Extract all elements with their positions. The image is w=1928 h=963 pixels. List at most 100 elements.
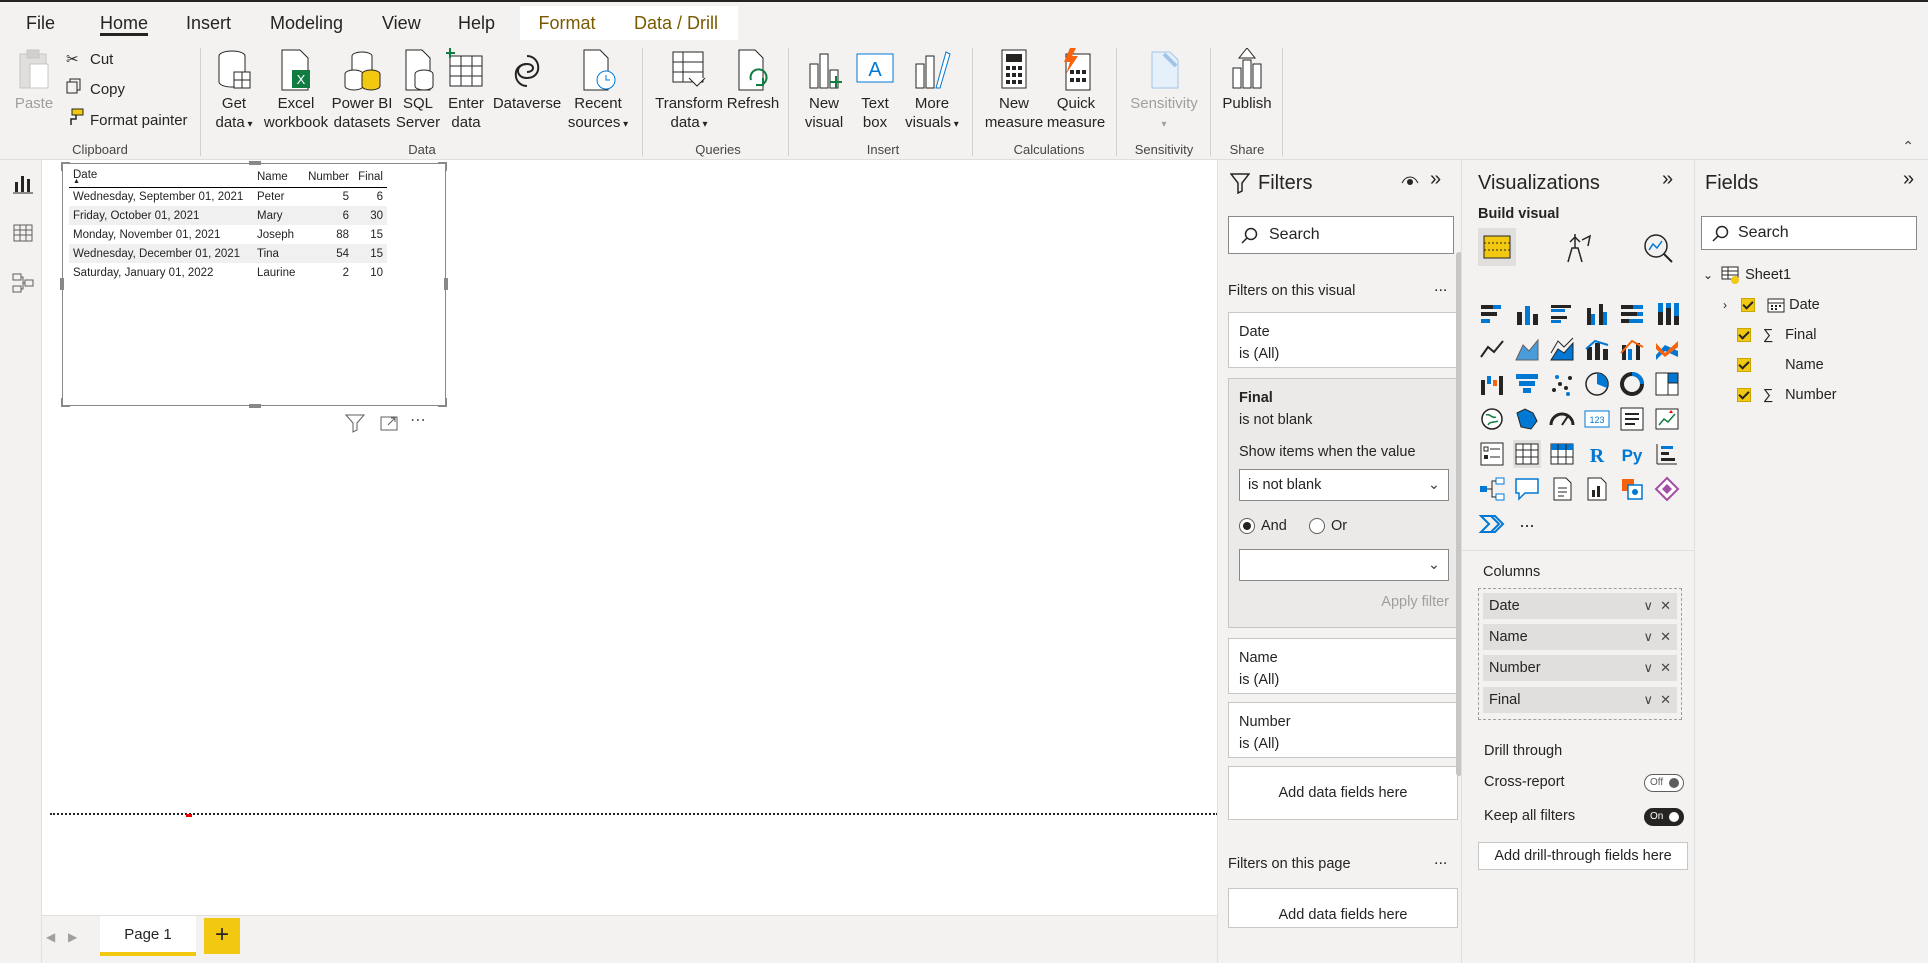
resize-handle[interactable] [437, 162, 447, 172]
column-header-final[interactable]: Final [353, 167, 387, 188]
collapse-ribbon-icon[interactable]: ⌃ [1902, 138, 1914, 155]
filled-map-icon[interactable] [1513, 405, 1541, 433]
slicer-icon[interactable] [1478, 440, 1506, 468]
drill-through-dropzone[interactable]: Add drill-through fields here [1478, 842, 1688, 870]
100-stacked-bar-icon[interactable] [1618, 300, 1646, 328]
scatter-chart-icon[interactable] [1548, 370, 1576, 398]
kpi-icon[interactable] [1653, 405, 1681, 433]
more-options-icon[interactable]: ... [1434, 278, 1447, 296]
condition-dropdown[interactable]: is not blank ⌄ [1239, 469, 1449, 501]
eye-icon[interactable] [1401, 174, 1419, 188]
column-field-pill[interactable]: Name ∨ ✕ [1483, 624, 1677, 650]
new-visual-button[interactable]: New visual [798, 48, 850, 132]
close-icon[interactable]: ✕ [1660, 593, 1671, 619]
close-icon[interactable]: ✕ [1660, 624, 1671, 650]
prev-page-icon[interactable]: ◀ [46, 930, 55, 944]
resize-handle[interactable] [437, 397, 447, 407]
tab-modeling[interactable]: Modeling [258, 6, 355, 40]
close-icon[interactable]: ✕ [1660, 687, 1671, 713]
table-visual[interactable]: Date ▲ Name Number Final Wednesday, Septe… [60, 161, 448, 408]
filter-card-number[interactable]: Number is (All) [1228, 702, 1458, 758]
chevron-right-icon[interactable]: › [1723, 294, 1737, 316]
power-automate-flow-icon[interactable] [1478, 510, 1506, 538]
format-painter-button[interactable]: Format painter [66, 108, 188, 132]
second-condition-dropdown[interactable]: ⌄ [1239, 549, 1449, 581]
field-name[interactable]: Name [1737, 354, 1824, 376]
resize-handle[interactable] [60, 278, 66, 290]
python-visual-icon[interactable]: Py [1618, 440, 1646, 468]
column-field-pill[interactable]: Date ∨ ✕ [1483, 593, 1677, 619]
field-number[interactable]: ∑ Number [1737, 384, 1837, 406]
format-visual-tab-icon[interactable] [1562, 232, 1592, 264]
filters-search-input[interactable]: Search [1228, 216, 1454, 254]
transform-data-button[interactable]: Transform data ▾ [652, 48, 726, 134]
chevron-down-icon[interactable]: ⌄ [1703, 264, 1717, 286]
dataverse-button[interactable]: Dataverse [490, 48, 564, 113]
qa-visual-icon[interactable] [1513, 475, 1541, 503]
r-script-visual-icon[interactable]: R [1583, 440, 1611, 468]
recent-sources-button[interactable]: Recent sources ▾ [566, 48, 630, 134]
stacked-bar-chart-icon[interactable] [1478, 300, 1506, 328]
tab-file[interactable]: File [14, 6, 67, 40]
multi-row-card-icon[interactable] [1618, 405, 1646, 433]
clustered-column-chart-icon[interactable] [1583, 300, 1611, 328]
keep-all-filters-toggle[interactable]: On [1644, 808, 1684, 826]
line-and-stacked-column-icon[interactable] [1583, 335, 1611, 363]
build-visual-tab-icon[interactable] [1478, 228, 1516, 266]
column-header-name[interactable]: Name [253, 167, 301, 188]
smart-narrative-icon[interactable] [1548, 475, 1576, 503]
ribbon-chart-icon[interactable] [1653, 335, 1681, 363]
treemap-icon[interactable] [1653, 370, 1681, 398]
text-box-button[interactable]: A Text box [852, 48, 898, 132]
add-visual-filter-dropzone[interactable]: Add data fields here [1228, 766, 1458, 820]
model-view-icon[interactable] [12, 272, 34, 294]
key-influencers-icon[interactable] [1653, 440, 1681, 468]
pie-chart-icon[interactable] [1583, 370, 1611, 398]
tab-format[interactable]: Format [520, 6, 614, 40]
card-icon[interactable]: 123 [1583, 405, 1611, 433]
line-chart-icon[interactable] [1478, 335, 1506, 363]
power-automate-icon[interactable] [1653, 475, 1681, 503]
paginated-report-icon[interactable] [1583, 475, 1611, 503]
area-chart-icon[interactable] [1513, 335, 1541, 363]
filter-card-date[interactable]: Date is (All) [1228, 312, 1458, 368]
publish-button[interactable]: Publish [1220, 48, 1274, 113]
stacked-area-chart-icon[interactable] [1548, 335, 1576, 363]
checkbox-checked-icon[interactable] [1737, 328, 1751, 343]
map-icon[interactable] [1478, 405, 1506, 433]
sql-server-button[interactable]: SQL Server [394, 48, 442, 132]
tab-help[interactable]: Help [446, 6, 507, 40]
next-page-icon[interactable]: ▶ [68, 930, 77, 944]
field-final[interactable]: ∑ Final [1737, 324, 1817, 346]
more-visuals-icon[interactable]: ... [1513, 510, 1541, 538]
clustered-bar-chart-icon[interactable] [1548, 300, 1576, 328]
power-apps-icon[interactable] [1618, 475, 1646, 503]
enter-data-button[interactable]: Enter data [444, 48, 488, 132]
gauge-icon[interactable] [1548, 405, 1576, 433]
decomposition-tree-icon[interactable] [1478, 475, 1506, 503]
resize-handle[interactable] [442, 278, 448, 290]
filter-icon[interactable] [344, 412, 366, 434]
matrix-icon[interactable] [1548, 440, 1576, 468]
chevron-down-icon[interactable]: ∨ [1643, 624, 1653, 650]
data-view-icon[interactable] [12, 222, 34, 244]
close-icon[interactable]: ✕ [1660, 655, 1671, 681]
add-page-button[interactable]: + [204, 918, 240, 954]
column-field-pill[interactable]: Final ∨ ✕ [1483, 687, 1677, 713]
checkbox-checked-icon[interactable] [1737, 358, 1751, 373]
cross-report-toggle[interactable]: Off [1644, 774, 1684, 792]
collapse-pane-icon[interactable]: » [1662, 168, 1673, 191]
tab-data-drill[interactable]: Data / Drill [614, 6, 738, 40]
table-icon[interactable] [1513, 440, 1541, 468]
checkbox-checked-icon[interactable] [1737, 388, 1751, 403]
excel-workbook-button[interactable]: X Excel workbook [262, 48, 330, 132]
collapse-pane-icon[interactable]: » [1430, 168, 1441, 191]
report-view-icon[interactable] [12, 172, 34, 194]
more-visuals-button[interactable]: More visuals ▾ [900, 48, 964, 134]
donut-chart-icon[interactable] [1618, 370, 1646, 398]
column-field-pill[interactable]: Number ∨ ✕ [1483, 655, 1677, 681]
waterfall-chart-icon[interactable] [1478, 370, 1506, 398]
stacked-column-chart-icon[interactable] [1513, 300, 1541, 328]
filter-card-final[interactable]: Final is not blank Show items when the v… [1228, 378, 1458, 628]
sensitivity-button[interactable]: Sensitivity ▾ [1126, 48, 1202, 134]
